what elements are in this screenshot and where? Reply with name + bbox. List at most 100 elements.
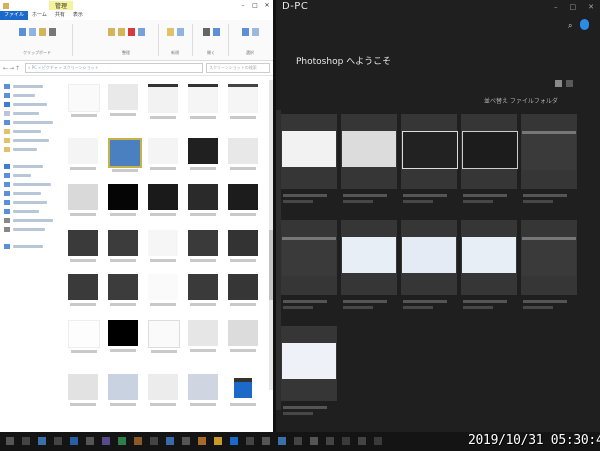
file-thumbnail[interactable] (228, 138, 258, 170)
search-icon[interactable]: ⌕ (568, 21, 572, 31)
open-icon[interactable] (212, 28, 220, 36)
nav-item[interactable] (4, 180, 63, 189)
manage-tab[interactable]: 管理 (49, 1, 74, 10)
pin-icon[interactable] (18, 28, 26, 36)
file-thumbnail[interactable] (108, 84, 138, 116)
nav-item[interactable] (4, 207, 63, 216)
file-thumbnail[interactable] (68, 184, 98, 216)
taskbar-app-icon[interactable] (262, 437, 270, 445)
taskbar-app-icon[interactable] (166, 437, 174, 445)
copy-to-icon[interactable] (117, 28, 125, 36)
recent-file-card[interactable] (341, 220, 397, 309)
recent-file-card[interactable] (401, 220, 457, 309)
file-thumbnail[interactable] (68, 84, 100, 117)
folder-icon[interactable] (3, 2, 9, 9)
copy-icon[interactable] (28, 28, 36, 36)
nav-item[interactable] (4, 136, 63, 145)
file-thumbnail[interactable] (68, 230, 98, 262)
taskbar-app-icon[interactable] (358, 437, 366, 445)
nav-item[interactable] (4, 198, 63, 207)
file-thumbnail[interactable] (148, 274, 178, 306)
address-path-input[interactable]: « PC » ピクチャ » スクリーンショット (25, 63, 203, 73)
taskbar-app-icon[interactable] (54, 437, 62, 445)
file-thumbnail[interactable] (68, 320, 100, 353)
file-thumbnail[interactable] (148, 84, 178, 119)
file-thumbnail[interactable] (228, 84, 258, 119)
nav-item[interactable] (4, 100, 63, 109)
tab-file[interactable]: ファイル (0, 11, 29, 20)
file-thumbnail[interactable] (108, 184, 138, 216)
taskbar-app-icon[interactable] (342, 437, 350, 445)
taskbar-app-icon[interactable] (182, 437, 190, 445)
file-thumbnail[interactable] (188, 84, 218, 119)
creative-cloud-icon[interactable] (580, 19, 589, 30)
taskbar-app-icon[interactable] (374, 437, 382, 445)
nav-item[interactable] (4, 216, 63, 225)
file-thumbnail[interactable] (228, 274, 258, 306)
file-thumbnail[interactable] (68, 274, 98, 306)
delete-icon[interactable] (127, 28, 135, 36)
file-thumbnail[interactable] (68, 138, 98, 170)
file-thumbnail[interactable] (148, 374, 178, 406)
file-thumbnail[interactable] (188, 320, 218, 352)
taskbar-app-icon[interactable] (326, 437, 334, 445)
tab-view[interactable]: 表示 (69, 11, 87, 20)
recent-file-card[interactable] (281, 220, 337, 309)
file-thumbnail[interactable] (188, 230, 218, 262)
file-thumbnail[interactable] (188, 274, 218, 306)
recent-file-card[interactable] (521, 220, 577, 309)
recent-file-card[interactable] (401, 114, 458, 203)
file-thumbnail[interactable] (188, 138, 218, 170)
taskbar-app-icon[interactable] (198, 437, 206, 445)
recent-file-card[interactable] (281, 114, 337, 203)
file-thumbnail[interactable] (68, 374, 98, 406)
taskbar-app-icon[interactable] (38, 437, 46, 445)
file-thumbnail[interactable] (108, 138, 142, 172)
recent-file-card[interactable] (281, 326, 337, 415)
recent-file-card[interactable] (461, 220, 517, 309)
nav-item[interactable] (4, 109, 63, 118)
list-view-icon[interactable] (566, 80, 573, 87)
new-item-icon[interactable] (176, 28, 184, 36)
grid-view-icon[interactable] (555, 80, 562, 87)
file-thumbnail[interactable] (108, 320, 138, 352)
cut-icon[interactable] (48, 28, 56, 36)
nav-item[interactable] (4, 189, 63, 198)
paste-icon[interactable] (38, 28, 46, 36)
tab-share[interactable]: 共有 (51, 11, 69, 20)
taskbar-app-icon[interactable] (134, 437, 142, 445)
video-file-thumbnail[interactable] (228, 374, 258, 406)
file-thumbnail[interactable] (148, 230, 178, 262)
nav-item[interactable] (4, 242, 63, 251)
select-all-icon[interactable] (241, 28, 249, 36)
nav-item[interactable] (4, 82, 63, 91)
new-folder-icon[interactable] (166, 28, 174, 36)
close-button[interactable]: ✕ (588, 3, 594, 11)
taskbar-app-icon[interactable] (22, 437, 30, 445)
minimize-button[interactable]: – (554, 3, 558, 11)
taskbar-app-icon[interactable] (102, 437, 110, 445)
close-button[interactable]: ✕ (261, 2, 273, 9)
file-thumbnail[interactable] (148, 138, 178, 170)
nav-item[interactable] (4, 145, 63, 154)
start-icon[interactable] (6, 437, 14, 445)
taskbar-app-icon[interactable] (278, 437, 286, 445)
taskbar-app-icon[interactable] (118, 437, 126, 445)
select-none-icon[interactable] (251, 28, 259, 36)
nav-item[interactable] (4, 225, 63, 234)
file-thumbnail[interactable] (228, 184, 258, 216)
nav-item[interactable] (4, 127, 63, 136)
file-thumbnail[interactable] (148, 184, 178, 216)
maximize-button[interactable]: □ (249, 2, 261, 9)
file-thumbnail[interactable] (188, 374, 218, 406)
move-to-icon[interactable] (107, 28, 115, 36)
file-thumbnail[interactable] (188, 184, 218, 216)
taskbar-app-icon[interactable] (310, 437, 318, 445)
file-thumbnail[interactable] (228, 230, 258, 262)
nav-item[interactable] (4, 118, 63, 127)
file-thumbnail[interactable] (228, 320, 258, 352)
sort-control[interactable]: 並べ替え ファイルフォルダ (484, 96, 558, 105)
taskbar-app-icon[interactable] (150, 437, 158, 445)
file-thumbnail[interactable] (108, 374, 138, 406)
maximize-button[interactable]: □ (570, 3, 577, 11)
